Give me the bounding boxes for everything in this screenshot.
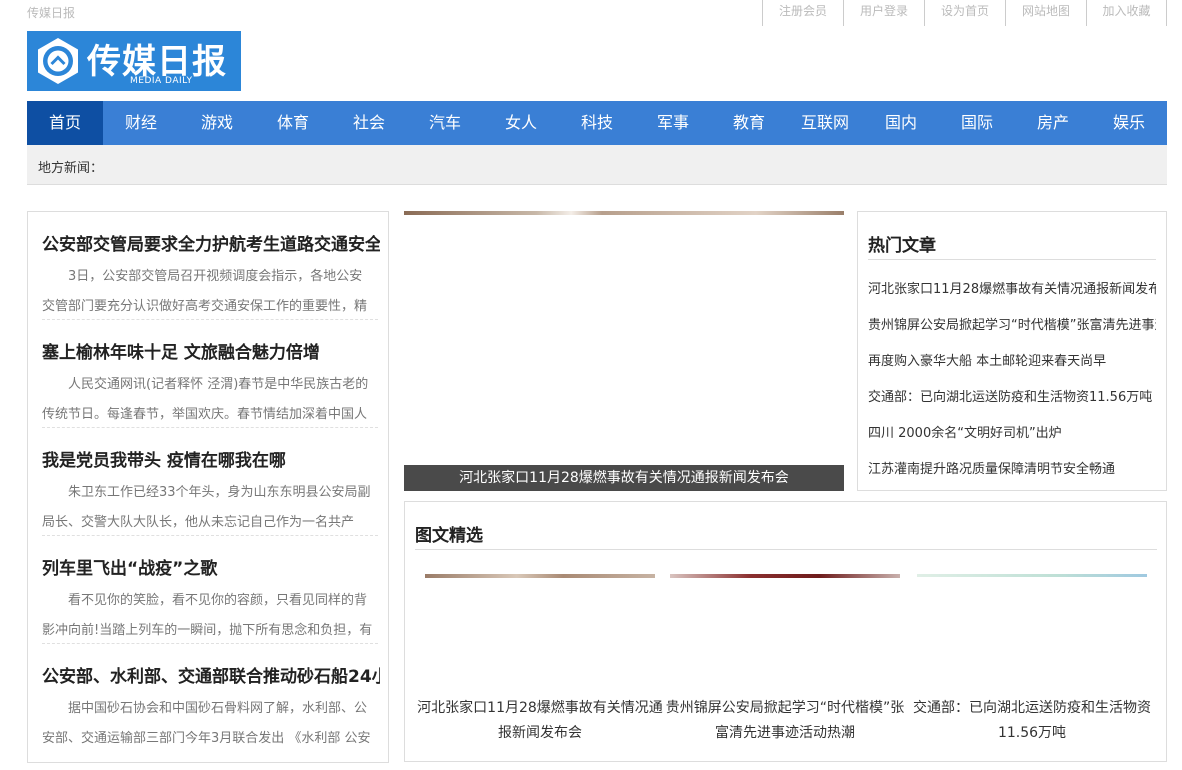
hot-article-link[interactable]: 再度购入豪华大船 本土邮轮迎来春天尚早: [868, 350, 1156, 369]
top-bar: 传媒日报 注册会员 用户登录 设为首页 网站地图 加入收藏: [0, 0, 1182, 26]
article-summary: 看不见你的笑脸，看不见你的容颜，只看见同样的背影冲向前!当踏上列车的一瞬间，抛下…: [42, 593, 373, 638]
divider: [415, 549, 1157, 550]
sitemap-link[interactable]: 网站地图: [1005, 0, 1086, 26]
hot-article-link[interactable]: 四川 2000余名“文明好司机”出炉: [868, 422, 1156, 441]
nav-item-home[interactable]: 首页: [27, 101, 103, 145]
divider: [868, 259, 1156, 260]
hot-articles: 热门文章 河北张家口11月28爆燃事故有关情况通报新闻发布会 贵州锦屏公安局掀起…: [857, 211, 1167, 491]
main-nav: 首页 财经 游戏 体育 社会 汽车 女人 科技 军事 教育 互联网 国内 国际 …: [27, 101, 1167, 145]
nav-item-games[interactable]: 游戏: [179, 101, 255, 145]
article-summary: 人民交通网讯(记者释怀 泾渭)春节是中华民族古老的传统节日。每逢春节，举国欢庆。…: [42, 377, 369, 422]
nav-item-entertainment[interactable]: 娱乐: [1091, 101, 1167, 145]
register-link[interactable]: 注册会员: [762, 0, 843, 26]
nav-item-international[interactable]: 国际: [939, 101, 1015, 145]
picture-item[interactable]: 河北张家口11月28爆燃事故有关情况通报新闻发布会: [417, 574, 663, 754]
article-item[interactable]: 列车里飞出“战疫”之歌 看不见你的笑脸，看不见你的容颜，只看见同样的背影冲向前!…: [42, 536, 378, 644]
logo-badge-icon: [38, 38, 78, 84]
nav-item-finance[interactable]: 财经: [103, 101, 179, 145]
site-logo[interactable]: 传媒日报 MEDIA DAILY: [27, 31, 241, 91]
article-item[interactable]: 塞上榆林年味十足 文旅融合魅力倍增 人民交通网讯(记者释怀 泾渭)春节是中华民族…: [42, 320, 378, 428]
nav-item-real-estate[interactable]: 房产: [1015, 101, 1091, 145]
add-favorite-link[interactable]: 加入收藏: [1086, 0, 1167, 26]
nav-item-domestic[interactable]: 国内: [863, 101, 939, 145]
article-summary: 3日，公安部交管局召开视频调度会指示，各地公安交管部门要充分认识做好高考交通安保…: [42, 269, 368, 314]
nav-item-education[interactable]: 教育: [711, 101, 787, 145]
article-title[interactable]: 我是党员我带头 疫情在哪我在哪: [42, 446, 380, 471]
slider-image[interactable]: [404, 211, 844, 215]
article-title[interactable]: 列车里飞出“战疫”之歌: [42, 554, 380, 579]
hot-article-link[interactable]: 江苏灌南提升路况质量保障清明节安全畅通: [868, 458, 1156, 477]
featured-slider[interactable]: 河北张家口11月28爆燃事故有关情况通报新闻发布会: [404, 211, 844, 491]
picture-caption[interactable]: 贵州锦屏公安局掀起学习“时代楷模”张富清先进事迹活动热潮: [662, 696, 908, 746]
set-homepage-link[interactable]: 设为首页: [924, 0, 1005, 26]
article-item[interactable]: 我是党员我带头 疫情在哪我在哪 朱卫东工作已经33个年头，身为山东东明县公安局副…: [42, 428, 378, 536]
picture-thumbnail[interactable]: [670, 574, 900, 684]
hot-article-link[interactable]: 河北张家口11月28爆燃事故有关情况通报新闻发布会: [868, 278, 1156, 297]
top-links: 注册会员 用户登录 设为首页 网站地图 加入收藏: [762, 0, 1167, 26]
article-title[interactable]: 公安部交管局要求全力护航考生道路交通安全: [42, 230, 380, 255]
picture-selection: 图文精选 河北张家口11月28爆燃事故有关情况通报新闻发布会 贵州锦屏公安局掀起…: [404, 501, 1167, 762]
nav-item-internet[interactable]: 互联网: [787, 101, 863, 145]
site-name: 传媒日报: [27, 6, 76, 20]
hot-article-link[interactable]: 交通部：已向湖北运送防疫和生活物资11.56万吨: [868, 386, 1156, 405]
hot-articles-heading: 热门文章: [868, 236, 936, 256]
nav-item-sports[interactable]: 体育: [255, 101, 331, 145]
slider-caption[interactable]: 河北张家口11月28爆燃事故有关情况通报新闻发布会: [404, 465, 844, 491]
local-news-bar: 地方新闻：: [27, 145, 1167, 185]
login-link[interactable]: 用户登录: [843, 0, 924, 26]
picture-selection-heading: 图文精选: [415, 526, 483, 546]
article-item[interactable]: 公安部、水利部、交通部联合推动砂石船24小时 据中国砂石协会和中国砂石骨料网了解…: [42, 644, 380, 752]
picture-thumbnail[interactable]: [425, 574, 655, 684]
logo-subtext: MEDIA DAILY: [130, 76, 193, 86]
picture-thumbnail[interactable]: [917, 574, 1147, 684]
local-news-label: 地方新闻：: [38, 161, 104, 176]
article-summary: 据中国砂石协会和中国砂石骨料网了解，水利部、公安部、交通运输部三部门今年3月联合…: [42, 701, 371, 746]
picture-item[interactable]: 贵州锦屏公安局掀起学习“时代楷模”张富清先进事迹活动热潮: [666, 574, 904, 754]
picture-caption[interactable]: 河北张家口11月28爆燃事故有关情况通报新闻发布会: [417, 696, 663, 746]
hot-article-link[interactable]: 贵州锦屏公安局掀起学习“时代楷模”张富清先进事迹活动热潮: [868, 314, 1156, 333]
nav-item-tech[interactable]: 科技: [559, 101, 635, 145]
article-list: 公安部交管局要求全力护航考生道路交通安全 3日，公安部交管局召开视频调度会指示，…: [27, 211, 389, 763]
article-title[interactable]: 塞上榆林年味十足 文旅融合魅力倍增: [42, 338, 380, 363]
picture-caption[interactable]: 交通部：已向湖北运送防疫和生活物资11.56万吨: [909, 696, 1155, 746]
nav-item-women[interactable]: 女人: [483, 101, 559, 145]
nav-item-society[interactable]: 社会: [331, 101, 407, 145]
article-item[interactable]: 公安部交管局要求全力护航考生道路交通安全 3日，公安部交管局召开视频调度会指示，…: [42, 212, 380, 320]
article-summary: 朱卫东工作已经33个年头，身为山东东明县公安局副局长、交警大队大队长，他从未忘记…: [42, 485, 371, 530]
nav-item-military[interactable]: 军事: [635, 101, 711, 145]
picture-item[interactable]: 交通部：已向湖北运送防疫和生活物资11.56万吨: [913, 574, 1151, 754]
article-title[interactable]: 公安部、水利部、交通部联合推动砂石船24小时: [42, 662, 380, 687]
nav-item-auto[interactable]: 汽车: [407, 101, 483, 145]
